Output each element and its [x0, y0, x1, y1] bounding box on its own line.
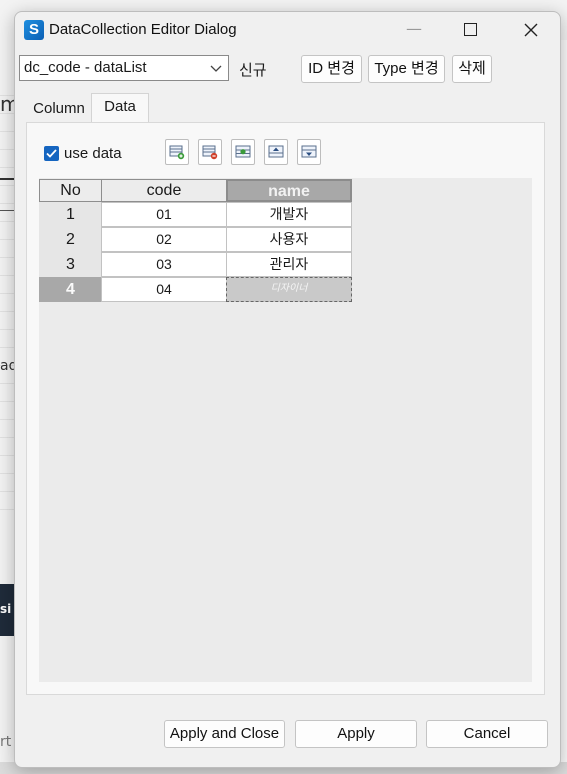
tab-column[interactable]: Column	[27, 95, 91, 122]
code-cell[interactable]: 01	[101, 202, 227, 227]
insert-row-icon	[235, 145, 251, 158]
row-number[interactable]: 1	[39, 202, 102, 227]
use-data-checkbox[interactable]	[44, 146, 59, 161]
add-row-button[interactable]	[165, 139, 189, 165]
datacollection-editor-dialog: S DataCollection Editor Dialog — dc_code…	[14, 11, 561, 768]
minimize-icon: —	[406, 19, 422, 38]
cancel-button[interactable]: Cancel	[426, 720, 548, 748]
apply-button[interactable]: Apply	[295, 720, 417, 748]
collection-select-value: dc_code - dataList	[24, 59, 147, 76]
column-header-name[interactable]: name	[226, 179, 352, 202]
new-button[interactable]: 신규	[239, 59, 267, 80]
add-row-icon	[169, 145, 185, 160]
move-down-icon	[301, 145, 317, 158]
row-number-selected[interactable]: 4	[39, 277, 102, 302]
maximize-icon	[463, 23, 477, 36]
code-cell[interactable]: 04	[101, 277, 227, 302]
row-number[interactable]: 2	[39, 227, 102, 252]
background-text-fragment: m	[0, 92, 14, 116]
column-header-code[interactable]: code	[101, 179, 227, 202]
row-number[interactable]: 3	[39, 252, 102, 277]
remove-row-button[interactable]	[198, 139, 222, 165]
background-text-fragment: si	[0, 602, 12, 616]
tab-data[interactable]: Data	[91, 93, 149, 124]
use-data-label[interactable]: use data	[64, 145, 122, 162]
name-cell-editing[interactable]: 디자이너	[226, 277, 352, 302]
name-cell[interactable]: 사용자	[226, 227, 352, 252]
column-header-no[interactable]: No	[39, 179, 102, 202]
background-text-fragment: ad	[0, 358, 14, 374]
background-text-fragment: rt	[0, 734, 12, 750]
remove-row-icon	[202, 145, 218, 160]
name-cell[interactable]: 관리자	[226, 252, 352, 277]
chevron-down-icon	[210, 56, 222, 89]
code-cell[interactable]: 02	[101, 227, 227, 252]
background-grid	[0, 90, 14, 510]
minimize-button[interactable]: —	[391, 12, 437, 48]
name-cell[interactable]: 개발자	[226, 202, 352, 227]
collection-select[interactable]: dc_code - dataList	[19, 55, 229, 81]
title-bar[interactable]: S DataCollection Editor Dialog —	[15, 12, 560, 50]
background-dark-panel: si	[0, 584, 14, 636]
window-title: DataCollection Editor Dialog	[49, 21, 237, 38]
change-type-button[interactable]: Type 변경	[368, 55, 445, 83]
checkmark-icon	[46, 149, 57, 158]
close-button[interactable]	[508, 12, 554, 48]
app-icon: S	[24, 20, 44, 40]
move-up-icon	[268, 145, 284, 158]
background-selection	[0, 178, 14, 211]
delete-button[interactable]: 삭제	[452, 55, 492, 83]
move-down-button[interactable]	[297, 139, 321, 165]
move-up-button[interactable]	[264, 139, 288, 165]
change-id-button[interactable]: ID 변경	[301, 55, 362, 83]
maximize-button[interactable]	[447, 12, 493, 48]
close-icon	[524, 23, 538, 36]
insert-row-button[interactable]	[231, 139, 255, 165]
apply-and-close-button[interactable]: Apply and Close	[164, 720, 285, 748]
code-cell[interactable]: 03	[101, 252, 227, 277]
